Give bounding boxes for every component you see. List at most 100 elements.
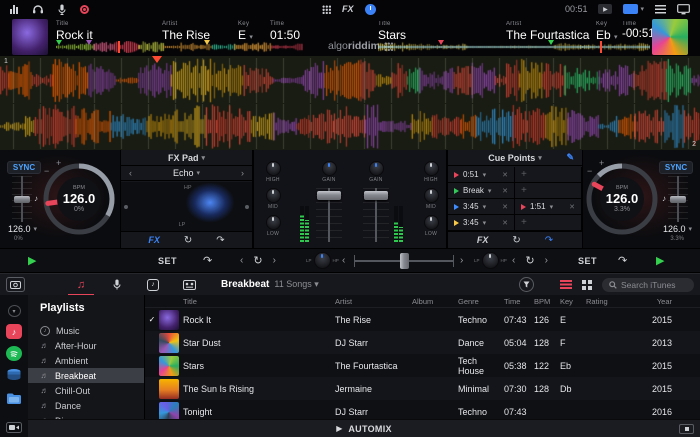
cue-point[interactable]: 0:51▾✕ — [448, 167, 515, 183]
tab-sampler[interactable]: ♪ — [135, 274, 171, 296]
levels-icon[interactable] — [10, 5, 18, 14]
table-header[interactable]: Title Artist Album Genre Time BPM Key Ra… — [145, 295, 700, 308]
table-row[interactable]: ✓ Rock ItThe RiseTechno07:43126E2015 — [145, 308, 700, 331]
fx-tab[interactable]: FX — [148, 235, 160, 245]
col-genre[interactable]: Genre — [458, 297, 504, 306]
media-stack-icon[interactable] — [6, 368, 22, 385]
deck1-bend-icon[interactable]: ↷ — [203, 254, 212, 267]
loop-double-icon[interactable]: › — [545, 255, 548, 266]
list-view-icon[interactable] — [560, 280, 572, 289]
crossfade-right-icon[interactable]: › — [460, 255, 463, 266]
song-count[interactable]: 11 Songs ▾ — [274, 279, 318, 290]
mic-icon[interactable] — [58, 4, 66, 15]
deck2-set-button[interactable]: SET — [578, 256, 597, 266]
deck2-volume-fader[interactable] — [363, 188, 389, 242]
deck1-gain-knob[interactable] — [322, 161, 337, 176]
col-time[interactable]: Time — [504, 297, 534, 306]
deck1-bpm-dial[interactable]: BPM126.00% — [40, 160, 118, 238]
loop-double-icon[interactable]: › — [273, 255, 276, 266]
collapse-chevron-icon[interactable]: ▾ — [8, 305, 21, 317]
fx-tab[interactable]: FX — [477, 235, 489, 245]
table-row[interactable]: The Sun Is RisingJermaineMinimal07:30128… — [145, 377, 700, 400]
search-input[interactable] — [621, 280, 687, 290]
deck1-set-button[interactable]: SET — [158, 256, 177, 266]
fader-handle[interactable] — [364, 191, 388, 200]
deck2-sync-button[interactable]: SYNC — [659, 161, 693, 174]
table-row[interactable]: Star DustDJ StarrDance05:04128F2013 — [145, 331, 700, 354]
fader-handle[interactable] — [317, 191, 341, 200]
tab-hardware[interactable] — [171, 274, 207, 296]
deck2-pitch-slider[interactable] — [668, 176, 688, 222]
tab-microphone[interactable] — [99, 274, 135, 296]
crossfader[interactable] — [354, 253, 454, 269]
deck1-loop-icon[interactable]: ↻ — [253, 254, 262, 267]
quantize-icon[interactable] — [365, 4, 376, 15]
grid-icon[interactable] — [322, 5, 331, 14]
keyboard-icon[interactable] — [679, 424, 694, 434]
deck1-mid-knob[interactable] — [266, 188, 281, 203]
deck2-bpm-dial[interactable]: BPM126.03.3% — [583, 160, 661, 238]
cue-play-icon[interactable] — [521, 204, 526, 210]
deck2-bpm-select[interactable]: 126.0▾ — [663, 224, 692, 234]
edit-pencil-icon[interactable]: ✎ — [566, 152, 574, 163]
pitch-minus-icon[interactable]: − — [587, 166, 592, 176]
video-source-icon[interactable] — [6, 422, 22, 433]
deck2-play-button[interactable]: ▶ — [656, 254, 664, 267]
playlist-item-music[interactable]: ♪Music — [28, 323, 144, 338]
deck2-mini-waveform[interactable] — [378, 41, 650, 53]
cue-play-icon[interactable] — [454, 172, 459, 178]
col-key[interactable]: Key — [560, 297, 586, 306]
prev-effect-icon[interactable]: ‹ — [129, 168, 132, 178]
pitch-slider-handle[interactable] — [14, 196, 30, 203]
deck2-waveform[interactable] — [0, 104, 700, 149]
deck1-play-button[interactable]: ▶ — [28, 254, 36, 267]
itunes-source-icon[interactable]: ♪ — [6, 324, 22, 339]
next-effect-icon[interactable]: › — [241, 168, 244, 178]
crossfade-left-icon[interactable]: ‹ — [342, 255, 345, 266]
deck2-gain-knob[interactable] — [369, 161, 384, 176]
cue-point[interactable]: 3:45▾✕ — [448, 215, 515, 231]
cue-point[interactable]: 1:51▾✕ — [515, 199, 582, 215]
deck1-pitch-slider[interactable] — [12, 176, 32, 222]
deck1-high-knob[interactable] — [266, 161, 281, 176]
cue-play-icon[interactable] — [454, 188, 459, 194]
deck1-volume-fader[interactable] — [316, 188, 342, 242]
fx-toggle[interactable]: FX — [342, 4, 354, 14]
deck2-mid-knob[interactable] — [424, 188, 439, 203]
fx-effect-selector[interactable]: ‹Echo▾› — [121, 166, 252, 181]
deck2-bend-icon[interactable]: ↷ — [618, 254, 627, 267]
crossfader-handle[interactable] — [400, 253, 409, 269]
deck1-waveform[interactable] — [0, 58, 700, 103]
automix-play-icon[interactable]: ▶ — [336, 424, 342, 433]
display-icon[interactable] — [677, 4, 690, 15]
col-artist[interactable]: Artist — [335, 297, 412, 306]
table-row[interactable]: TonightDJ StarrTechno07:432016 — [145, 400, 700, 419]
col-year[interactable]: Year — [626, 297, 700, 306]
deck1-time[interactable]: 01:50 — [270, 28, 300, 42]
loop-tab-icon[interactable]: ↻ — [184, 235, 192, 246]
cue-add[interactable]: + — [515, 215, 582, 231]
playlist-item-breakbeat[interactable]: ♬Breakbeat — [28, 368, 144, 383]
deck1-low-knob[interactable] — [266, 215, 281, 230]
camera-icon[interactable] — [6, 277, 25, 292]
key-lock-icon[interactable]: ♪ — [34, 194, 38, 203]
cue-panel-header[interactable]: Cue Points▾✎ — [448, 150, 582, 166]
cue-play-icon[interactable] — [454, 204, 459, 210]
table-row[interactable]: StarsThe FourtasticaTech House05:38122Eb… — [145, 354, 700, 377]
cue-point[interactable]: 3:45▾✕ — [448, 199, 515, 215]
key-lock-icon[interactable]: ♪ — [662, 194, 666, 203]
cue-point[interactable]: Break▾✕ — [448, 183, 515, 199]
deck1-mini-waveform[interactable] — [56, 41, 303, 53]
deck2-high-knob[interactable] — [424, 161, 439, 176]
search-box[interactable] — [602, 278, 694, 292]
cue-play-icon[interactable] — [454, 220, 459, 226]
cue-delete-icon[interactable]: ✕ — [569, 203, 575, 211]
bend-tab-icon[interactable]: ↷ — [216, 235, 224, 246]
automix-indicator-icon[interactable]: ▶ — [598, 4, 612, 14]
loop-tab-icon[interactable]: ↻ — [512, 235, 520, 246]
bend-tab-icon[interactable]: ↷ — [545, 235, 553, 246]
col-title[interactable]: Title — [183, 297, 335, 306]
cue-delete-icon[interactable]: ✕ — [502, 187, 508, 195]
cue-delete-icon[interactable]: ✕ — [502, 203, 508, 211]
record-icon[interactable] — [80, 5, 89, 14]
